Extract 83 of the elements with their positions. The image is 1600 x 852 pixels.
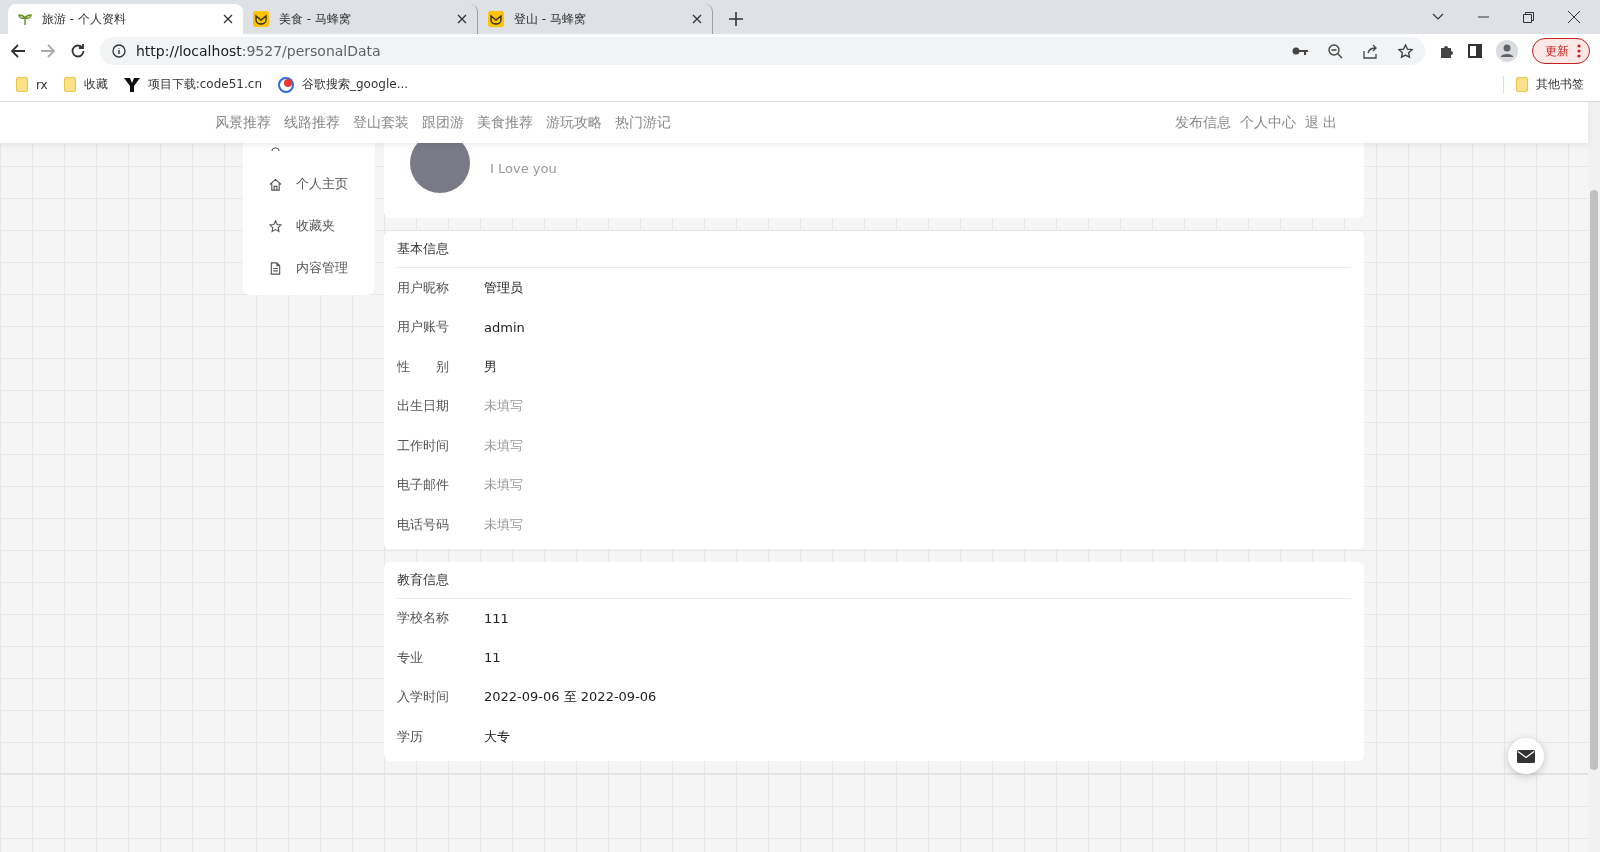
nav-link[interactable]: 跟团游 [422,113,464,132]
field-label: 工作时间 [397,436,450,455]
nav-link[interactable]: 风景推荐 [215,113,271,132]
field-value: 11 [484,650,501,666]
nav-link[interactable]: 个人中心 [1239,113,1296,132]
smile-logo-icon [253,11,269,27]
field-label: 电子邮件 [397,476,450,495]
field-value: 管理员 [484,278,523,297]
nav-link[interactable]: 退 出 [1304,113,1337,132]
close-icon[interactable] [1568,11,1580,23]
url-text: http://localhost:9527/personalData [136,43,381,59]
card-title: 基本信息 [397,231,1351,268]
nav-link[interactable]: 登山套装 [353,113,409,132]
avatar-placeholder [410,143,470,193]
info-icon [112,44,126,58]
card-title: 教育信息 [397,561,1351,599]
close-icon[interactable] [692,14,702,24]
field-value: 未填写 [484,397,523,416]
nav-link[interactable]: 热门游记 [615,113,671,132]
address-bar[interactable]: http://localhost:9527/personalData [100,37,1425,65]
field-label: 出生日期 [397,397,450,416]
folder-icon [1516,77,1528,92]
profile-motto: I Love you [490,161,557,178]
field-value: 111 [484,610,509,626]
field-value: 未填写 [484,436,523,455]
tab-title: 登山 - 马蜂窝 [514,10,587,28]
smile-logo-icon [488,11,504,27]
field-label: 专业 [397,648,424,667]
restore-icon[interactable] [1523,11,1534,23]
field-label: 性 别 [397,357,450,376]
puzzle-icon[interactable] [1439,43,1454,59]
nav-link[interactable]: 线路推荐 [284,113,340,132]
bookmark[interactable]: 收藏 [83,76,108,93]
field-value: 未填写 [484,476,523,495]
globe-logo-icon [278,76,294,93]
bookmark[interactable]: 项目下载:code51.cn [147,76,262,93]
bookmark[interactable]: rx [36,77,48,92]
folder-icon [63,77,76,92]
field-value: admin [484,319,525,335]
nav-link[interactable]: 美食推荐 [477,113,533,132]
field-label: 学校名称 [397,609,450,628]
mail-button[interactable] [1508,738,1544,774]
close-icon[interactable] [223,14,233,24]
reload-icon[interactable] [70,43,86,59]
y-logo-icon [123,77,140,92]
share-icon[interactable] [1363,43,1378,59]
zoom-out-icon[interactable] [1328,43,1343,59]
profile-icon[interactable] [1496,40,1518,62]
sidebar-item[interactable]: 收藏夹 [243,205,375,247]
folder-icon [16,77,28,92]
plus-icon[interactable] [729,12,743,26]
field-label: 用户账号 [397,318,450,337]
field-label: 用户昵称 [397,278,450,297]
scrollbar-thumb[interactable] [1590,190,1598,770]
sprout-icon [18,12,32,26]
sidebar-item[interactable]: 内容管理 [243,247,375,289]
field-label: 学历 [397,727,424,746]
sidebar-item[interactable]: 个人主页 [243,163,375,205]
key-icon[interactable] [1292,46,1308,56]
field-label: 入学时间 [397,688,450,707]
browser-tab[interactable]: 旅游 - 个人资料 [8,4,243,34]
document-icon [269,261,282,275]
update-button[interactable]: 更新 [1532,38,1590,64]
nav-link[interactable]: 游玩攻略 [546,113,602,132]
field-label: 电话号码 [397,515,450,534]
more-icon [1577,44,1581,58]
back-arrow-icon[interactable] [10,43,26,59]
mail-icon [1517,749,1535,763]
side-panel-icon[interactable] [1468,44,1482,58]
bookmark[interactable]: 其他书签 [1536,76,1584,93]
field-value: 大专 [484,727,510,746]
field-value: 男 [484,357,497,376]
field-value: 未填写 [484,515,523,534]
field-value: 2022-09-06 至 2022-09-06 [484,688,657,707]
tab-title: 旅游 - 个人资料 [42,10,127,28]
bookmark[interactable]: 谷歌搜索_google... [302,76,409,93]
star-icon [269,219,282,233]
nav-link[interactable]: 发布信息 [1174,113,1231,132]
tab-title: 美食 - 马蜂窝 [279,10,352,28]
home-icon [269,177,282,191]
chevron-down-icon[interactable] [1432,13,1444,21]
star-icon[interactable] [1398,43,1413,59]
close-icon[interactable] [457,14,467,24]
